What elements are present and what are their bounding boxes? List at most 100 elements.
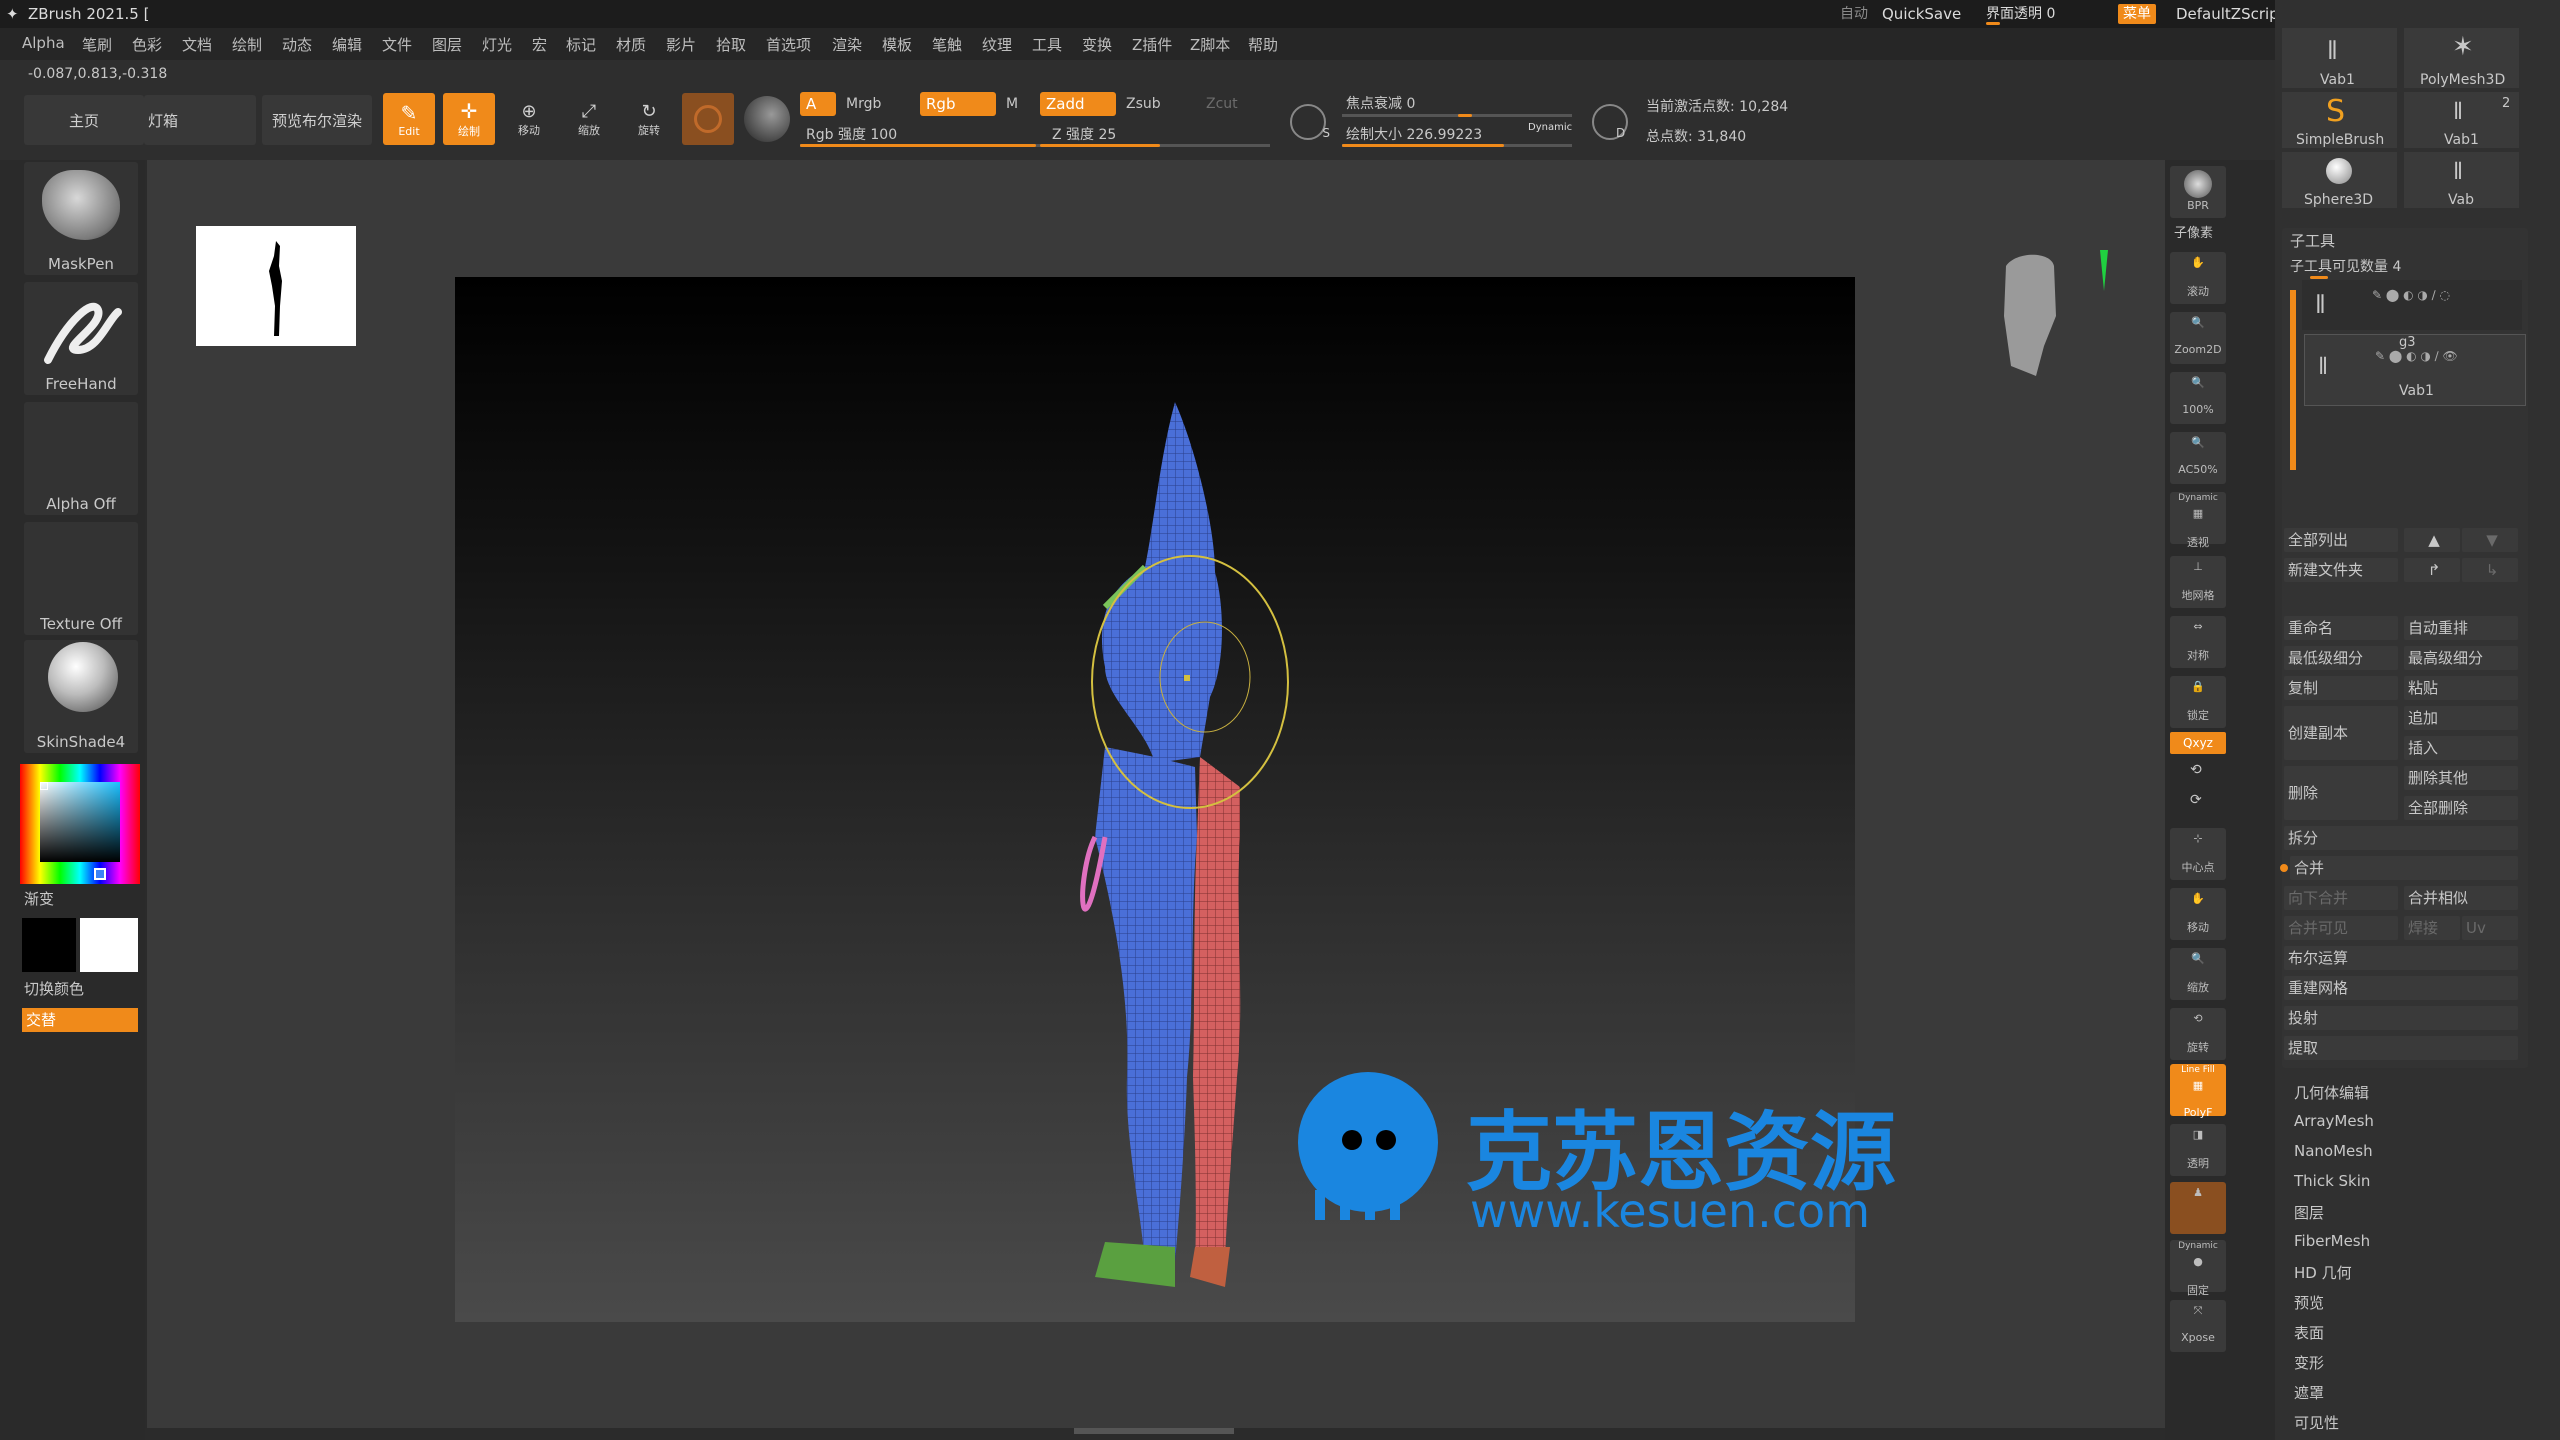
rotate-axis-2-icon[interactable]: ⟳ <box>2190 792 2202 808</box>
transparency-button[interactable]: ◨ 透明 <box>2170 1124 2226 1176</box>
solo-button[interactable]: Dynamic ● 固定 <box>2170 1240 2226 1297</box>
new-folder-button[interactable]: 新建文件夹 <box>2284 558 2398 582</box>
alpha-off-button[interactable]: Alpha Off <box>24 402 138 515</box>
merge-visible-button[interactable]: 合并可见 <box>2284 916 2398 940</box>
menu-picker[interactable]: 拾取 <box>716 34 746 55</box>
lowest-subdivision-button[interactable]: 最低级细分 <box>2284 646 2398 670</box>
menu-toggle-button[interactable]: 菜单 <box>2118 4 2156 24</box>
floor-grid-button[interactable]: ⊥ 地网格 <box>2170 556 2226 608</box>
subtool-scrollbar[interactable] <box>2290 290 2296 470</box>
tool-sphere3d-thumb[interactable]: Sphere3D <box>2282 152 2397 208</box>
menu-document[interactable]: 文档 <box>182 34 212 55</box>
list-all-button[interactable]: 全部列出 <box>2284 528 2398 552</box>
rotate-view-button[interactable]: ⟲ 旋转 <box>2170 1008 2226 1060</box>
symmetry-button[interactable]: ⇔ 对称 <box>2170 616 2226 668</box>
insert-button[interactable]: 插入 <box>2404 736 2518 760</box>
menu-brush[interactable]: 笔刷 <box>82 34 112 55</box>
move-mode-button[interactable]: ⊕ 移动 <box>503 93 555 145</box>
ghost-button[interactable]: ♟ <box>2170 1182 2226 1234</box>
lock-button[interactable]: 🔒 锁定 <box>2170 676 2226 728</box>
center-point-button[interactable]: ⊹ 中心点 <box>2170 828 2226 880</box>
tool-vab1b-thumb[interactable]: 𝍪 2 Vab1 <box>2404 92 2519 148</box>
gradient-label[interactable]: 渐变 <box>24 888 54 909</box>
menu-draw[interactable]: 绘制 <box>232 34 262 55</box>
scale-mode-button[interactable]: ⤢ 缩放 <box>563 93 615 145</box>
home-button[interactable]: 主页 <box>24 95 144 145</box>
nanomesh-section[interactable]: NanoMesh <box>2294 1142 2373 1160</box>
menu-edit[interactable]: 编辑 <box>332 34 362 55</box>
highest-subdivision-button[interactable]: 最高级细分 <box>2404 646 2518 670</box>
delete-all-button[interactable]: 全部删除 <box>2404 796 2518 820</box>
edit-mode-button[interactable]: ✎ Edit <box>383 93 435 145</box>
menu-render[interactable]: 渲染 <box>832 34 862 55</box>
saturation-square[interactable] <box>40 782 120 862</box>
scroll-button[interactable]: ✋ 滚动 <box>2170 252 2226 304</box>
uv-toggle[interactable]: Uv <box>2462 916 2518 940</box>
move-up-icon[interactable]: ▲ <box>2404 528 2460 552</box>
folder-return-icon[interactable]: ↳ <box>2462 558 2518 582</box>
split-section[interactable]: 拆分 <box>2284 826 2518 850</box>
d-button[interactable]: D <box>1592 104 1628 140</box>
menu-dynamics[interactable]: 动态 <box>282 34 312 55</box>
merge-section[interactable]: 合并 <box>2290 856 2518 880</box>
rgb-toggle[interactable]: Rgb <box>920 92 996 116</box>
draw-mode-button[interactable]: ✛ 绘制 <box>443 93 495 145</box>
menu-layer[interactable]: 图层 <box>432 34 462 55</box>
delete-button[interactable]: 删除 <box>2284 766 2398 820</box>
folder-arrow-icon[interactable]: ↱ <box>2404 558 2460 582</box>
arraymesh-section[interactable]: ArrayMesh <box>2294 1112 2374 1130</box>
auto-reorder-button[interactable]: 自动重排 <box>2404 616 2518 640</box>
color-picker-handle[interactable] <box>40 782 48 790</box>
rotate-axis-icon[interactable]: ⟲ <box>2190 762 2202 778</box>
lightbox-button[interactable]: 灯箱 <box>144 95 256 145</box>
layers-section[interactable]: 图层 <box>2294 1202 2324 1223</box>
menu-help[interactable]: 帮助 <box>1248 34 1278 55</box>
hd-geometry-section[interactable]: HD 几何 <box>2294 1262 2352 1283</box>
menu-light[interactable]: 灯光 <box>482 34 512 55</box>
subtool-row-icons[interactable]: ✎ ⬤ ◐ ◑ ∕ 👁 <box>2375 349 2458 363</box>
texture-off-button[interactable]: Texture Off <box>24 522 138 635</box>
s-button[interactable]: S <box>1290 104 1330 140</box>
menu-tool[interactable]: 工具 <box>1032 34 1062 55</box>
rename-button[interactable]: 重命名 <box>2284 616 2398 640</box>
secondary-color-swatch[interactable] <box>22 918 76 972</box>
menu-preferences[interactable]: 首选项 <box>766 34 811 55</box>
rotate-mode-button[interactable]: ↻ 旋转 <box>623 93 675 145</box>
paste-button[interactable]: 粘贴 <box>2404 676 2518 700</box>
menu-stencil[interactable]: 模板 <box>882 34 912 55</box>
menu-file[interactable]: 文件 <box>382 34 412 55</box>
geometry-edit-section[interactable]: 几何体编辑 <box>2294 1082 2369 1103</box>
dynamic-toggle[interactable]: Dynamic <box>1528 122 1572 133</box>
menu-texture[interactable]: 纹理 <box>982 34 1012 55</box>
brush-maskpen-button[interactable]: MaskPen <box>24 162 138 275</box>
alternate-button[interactable]: 交替 <box>22 1008 138 1032</box>
subtool-row-2[interactable]: g3 𝍪 ✎ ⬤ ◐ ◑ ∕ 👁 Vab1 <box>2304 334 2526 406</box>
bottom-tray-handle[interactable] <box>1074 1428 1234 1434</box>
switch-color-button[interactable]: 切换颜色 <box>24 978 84 999</box>
preview-boolean-button[interactable]: 预览布尔渲染 <box>262 95 372 145</box>
menu-macro[interactable]: 宏 <box>532 34 547 55</box>
bpr-button[interactable]: BPR <box>2170 166 2226 218</box>
zoom100-button[interactable]: 🔍 100% <box>2170 372 2226 424</box>
zadd-toggle[interactable]: Zadd <box>1040 92 1116 116</box>
preview-section[interactable]: 预览 <box>2294 1292 2324 1313</box>
stroke-freehand-button[interactable]: FreeHand <box>24 282 138 395</box>
hue-handle[interactable] <box>94 868 106 880</box>
xpose-button[interactable]: ⤧ Xpose <box>2170 1300 2226 1352</box>
polyframe-button[interactable]: Line Fill ▦ PolyF <box>2170 1064 2226 1119</box>
zcut-toggle[interactable]: Zcut <box>1206 96 1238 112</box>
merge-down-button[interactable]: 向下合并 <box>2284 886 2398 910</box>
orientation-gizmo[interactable] <box>1996 230 2112 386</box>
a-toggle[interactable]: A <box>800 92 836 116</box>
menu-color[interactable]: 色彩 <box>132 34 162 55</box>
material-skinshade-button[interactable]: SkinShade4 <box>24 640 138 753</box>
z-intensity-slider[interactable]: Z 强度 25 <box>1052 124 1116 144</box>
delete-other-button[interactable]: 删除其他 <box>2404 766 2518 790</box>
subtool-row-1[interactable]: 𝍪 ✎ ⬤ ◐ ◑ ∕ ◌ <box>2302 280 2522 330</box>
visibility-section[interactable]: 可见性 <box>2294 1412 2339 1433</box>
tool-simplebrush-thumb[interactable]: S SimpleBrush <box>2282 92 2397 148</box>
mrgb-toggle[interactable]: Mrgb <box>846 96 881 112</box>
extract-section[interactable]: 提取 <box>2284 1036 2518 1060</box>
menu-material[interactable]: 材质 <box>616 34 646 55</box>
menu-transform[interactable]: 变换 <box>1082 34 1112 55</box>
